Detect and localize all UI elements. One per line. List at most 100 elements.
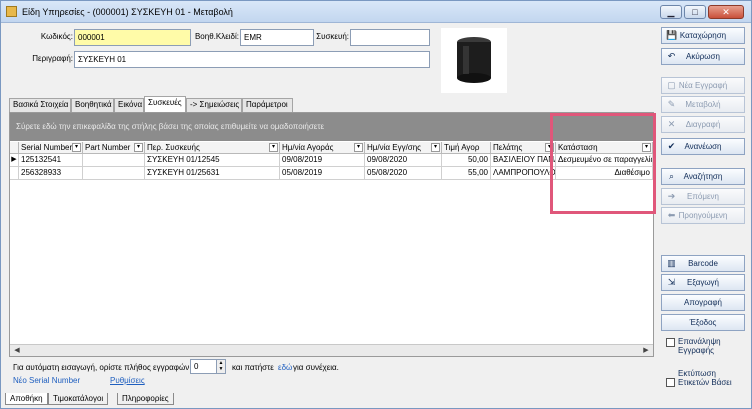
press-text: και πατήστε [232,363,274,372]
search-button[interactable]: ⌕ Αναζήτηση [661,168,745,185]
refresh-label: Ανανέωση [684,142,722,151]
tab-parameters[interactable]: Παράμετροι [242,98,293,112]
row-indicator-icon[interactable]: ▶ [10,154,19,167]
modify-button[interactable]: ✎ Μεταβολή [661,96,745,113]
inventory-button[interactable]: Απογραφή [661,294,745,311]
tab-basic[interactable]: Βασικά Στοιχεία [9,98,71,112]
maximize-button[interactable]: □ [684,5,706,19]
row-indicator[interactable] [10,167,19,180]
arrow-left-icon: ⬅ [667,210,676,220]
table-cell[interactable]: 05/08/2019 [280,167,365,180]
export-button[interactable]: ⇲ Εξαγωγή [661,274,745,291]
main-window: Είδη Υπηρεσίες - (000001) ΣΥΣΚΕΥΗ 01 - Μ… [0,0,752,409]
table-cell[interactable]: ΒΑΣΙΛΕΙΟΥ ΠΑΝΑ [491,154,556,167]
barcode-button[interactable]: ▥ Barcode [661,255,745,272]
chevron-down-icon[interactable]: ▾ [431,143,440,152]
tab-auxiliary[interactable]: Βοηθητικά [71,98,114,112]
chevron-down-icon[interactable]: ▾ [134,143,143,152]
table-cell[interactable]: 256328933 [19,167,83,180]
scroll-left-icon[interactable]: ◀ [12,346,22,355]
export-label: Εξαγωγή [686,278,720,287]
exit-label: Έξοδος [689,318,717,327]
close-button[interactable]: ✕ [708,5,744,19]
bottom-tab-warehouse[interactable]: Αποθήκη [5,393,48,405]
print-labels-checkbox[interactable]: Εκτύπωση Ετικετών Βάσει [666,369,746,397]
column-header-purchase-date[interactable]: Ημ/νία Αγοράς ▾ [280,142,365,154]
code-input[interactable]: 000001 [74,29,191,46]
chevron-down-icon[interactable]: ▾ [72,143,81,152]
stepper-arrows-icon[interactable]: ▲ ▼ [216,360,225,373]
horizontal-scrollbar[interactable]: ◀ ▶ [10,344,653,356]
column-header-serial[interactable]: Serial Number ▾ [19,142,83,154]
table-cell[interactable]: 09/08/2019 [280,154,365,167]
title-bar[interactable]: Είδη Υπηρεσίες - (000001) ΣΥΣΚΕΥΗ 01 - Μ… [1,1,751,23]
new-serial-link[interactable]: Νέο Serial Number [13,376,80,385]
undo-icon: ↶ [667,51,676,61]
new-record-button[interactable]: ▢ Νέα Εγγραφή [661,77,745,94]
column-header-part[interactable]: Part Number ▾ [83,142,145,154]
delete-label: Διαγραφή [685,120,721,129]
table-cell[interactable]: 09/08/2020 [365,154,442,167]
column-header-price[interactable]: Τιμή Αγορ [442,142,491,154]
column-header-device-desc[interactable]: Περ. Συσκευής ▾ [145,142,280,154]
repeat-record-checkbox[interactable]: Επανάληψη Εγγραφής [666,337,746,357]
table-cell[interactable] [83,154,145,167]
delete-icon: ✕ [667,119,676,129]
arrow-right-icon: ➔ [667,191,676,201]
table-cell[interactable]: 05/08/2020 [365,167,442,180]
refresh-icon: ✔ [667,141,676,151]
barcode-label: Barcode [688,259,718,268]
tab-devices[interactable]: Συσκευές [144,96,186,112]
previous-label: Προηγούμενη [678,211,728,220]
action-sidebar: 💾 Καταχώρηση ↶ Ακύρωση ▢ Νέα Εγγραφή ✎ Μεταβ… [661,27,746,399]
device-input[interactable] [350,29,430,46]
table-cell[interactable]: 125132541 [19,154,83,167]
description-input[interactable]: ΣΥΣΚΕΥΗ 01 [74,51,430,68]
table-cell[interactable]: 55,00 [442,167,491,180]
description-label: Περιγραφή: [32,54,73,63]
tab-notes[interactable]: -> Σημειώσεις [186,98,242,112]
table-cell[interactable]: ΛΑΜΠΡΟΠΟΥΛΟΣ [491,167,556,180]
scroll-right-icon[interactable]: ▶ [641,346,651,355]
bottom-tab-pricelists[interactable]: Τιμοκατάλογοι [48,393,109,405]
tab-image[interactable]: Εικόνα [114,98,144,112]
record-count-stepper[interactable]: 0 ▲ ▼ [190,359,226,374]
cancel-button[interactable]: ↶ Ακύρωση [661,48,745,65]
aux-key-input[interactable]: EMR [240,29,314,46]
column-header-warranty-date[interactable]: Ημ/νία Εγγ/σης ▾ [365,142,442,154]
save-icon: 💾 [666,30,678,40]
new-document-icon: ▢ [667,80,676,90]
save-button[interactable]: 💾 Καταχώρηση [661,27,745,44]
speaker-icon [457,37,491,83]
table-cell[interactable]: 50,00 [442,154,491,167]
here-link[interactable]: εδώ [278,363,292,372]
minimize-button[interactable]: ▁ [660,5,682,19]
modify-label: Μεταβολή [685,100,721,109]
next-button[interactable]: ➔ Επόμενη [661,188,745,205]
refresh-button[interactable]: ✔ Ανανέωση [661,138,745,155]
repeat-record-label: Επανάληψη Εγγραφής [678,337,721,355]
next-label: Επόμενη [687,192,719,201]
settings-link[interactable]: Ρυθμίσεις [110,376,145,385]
aux-key-label: Βοηθ.Κλειδί: [194,32,239,41]
search-icon: ⌕ [668,171,675,181]
column-header-customer[interactable]: Πελάτης ▾ [491,142,556,154]
checkbox-icon[interactable] [666,378,675,387]
status-column-highlight [550,113,656,214]
checkbox-icon[interactable] [666,338,675,347]
save-label: Καταχώρηση [679,31,727,40]
chevron-down-icon[interactable]: ▾ [354,143,363,152]
continue-text: για συνέχεια. [293,363,339,372]
column-header-label: Περ. Συσκευής [147,143,200,152]
table-cell[interactable]: ΣΥΣΚΕΥΗ 01/25631 [145,167,280,180]
column-header-label: Ημ/νία Εγγ/σης [367,143,422,152]
previous-button[interactable]: ⬅ Προηγούμενη [661,207,745,224]
table-cell[interactable]: ΣΥΣΚΕΥΗ 01/12545 [145,154,280,167]
exit-button[interactable]: Έξοδος [661,314,745,331]
window-title: Είδη Υπηρεσίες - (000001) ΣΥΣΚΕΥΗ 01 - Μ… [22,7,233,17]
code-label: Κωδικός: [40,32,73,41]
table-cell[interactable] [83,167,145,180]
delete-button[interactable]: ✕ Διαγραφή [661,116,745,133]
bottom-tab-info[interactable]: Πληροφορίες [117,393,174,405]
chevron-down-icon[interactable]: ▾ [269,143,278,152]
